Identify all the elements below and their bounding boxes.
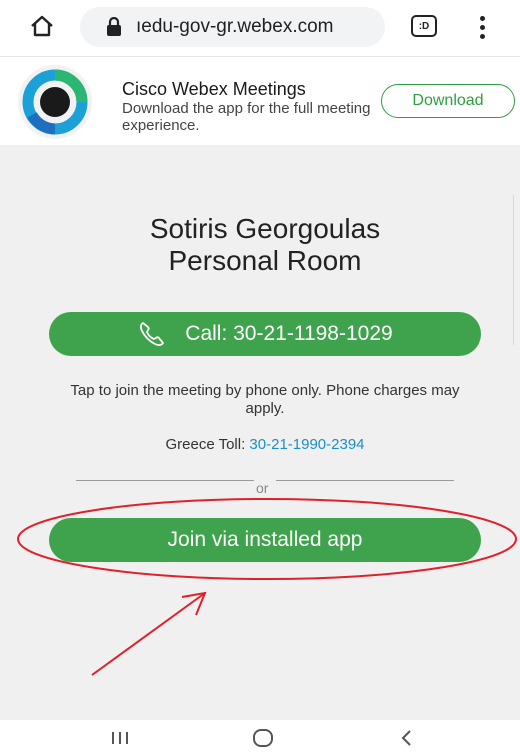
room-name: Personal Room <box>168 245 362 276</box>
call-button[interactable]: Call: 30-21-1198-1029 <box>49 312 481 356</box>
pointer-arrow <box>91 592 206 676</box>
webex-logo-icon <box>18 65 92 139</box>
lock-icon <box>106 17 126 37</box>
tabs-icon[interactable]: :D <box>411 15 437 37</box>
address-bar[interactable]: ıedu-gov-gr.webex.com <box>80 7 385 47</box>
recents-icon[interactable] <box>108 724 132 752</box>
banner-subtitle: Download the app for the full meeting ex… <box>122 100 371 134</box>
app-download-banner: Cisco Webex Meetings Download the app fo… <box>0 56 520 145</box>
banner-title: Cisco Webex Meetings <box>122 79 306 99</box>
toll-number-link[interactable]: 30-21-1990-2394 <box>249 436 364 453</box>
call-label: Call: 30-21-1198-1029 <box>185 322 393 345</box>
system-nav-bar <box>0 720 520 754</box>
join-label: Join via installed app <box>167 528 363 551</box>
or-separator: or <box>256 480 269 496</box>
host-name: Sotiris Georgoulas <box>149 213 381 244</box>
home-circle-icon[interactable] <box>250 724 276 752</box>
phone-icon <box>137 319 167 349</box>
toll-label: Greece Toll: <box>165 436 250 453</box>
divider <box>276 480 454 481</box>
meeting-join-panel: Sotiris Georgoulas Personal Room Call: 3… <box>0 145 520 720</box>
back-icon[interactable] <box>396 724 416 752</box>
page-title: Sotiris Georgoulas Personal Room <box>0 213 520 277</box>
url-text: ıedu-gov-gr.webex.com <box>136 16 334 37</box>
browser-toolbar: ıedu-gov-gr.webex.com :D <box>0 0 520 56</box>
download-button[interactable]: Download <box>381 84 515 118</box>
home-icon[interactable] <box>26 10 58 42</box>
more-vert-icon[interactable] <box>472 12 492 42</box>
divider <box>76 480 254 481</box>
toll-info: Greece Toll: 30-21-1990-2394 <box>0 436 520 453</box>
phone-note: Tap to join the meeting by phone only. P… <box>70 382 460 417</box>
join-app-button[interactable]: Join via installed app <box>49 518 481 562</box>
arrow-head <box>181 591 207 616</box>
